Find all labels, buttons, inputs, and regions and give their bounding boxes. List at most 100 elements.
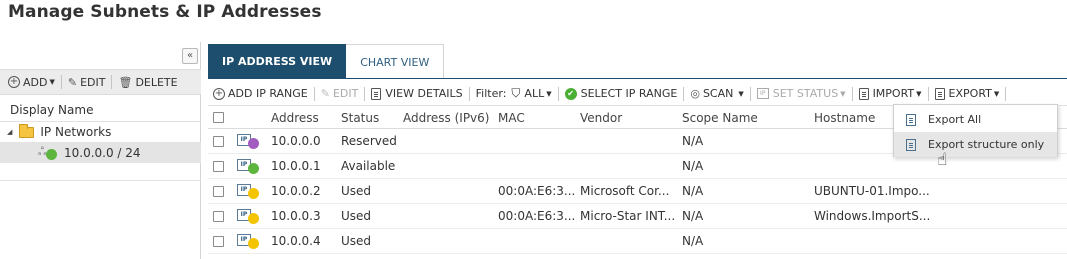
column-header-mac[interactable]: MAC (498, 107, 525, 128)
caret-down-icon: ▼ (738, 89, 744, 98)
hostname-cell: Windows.ImportS... (814, 209, 931, 223)
divider (468, 86, 470, 101)
vendor-cell: Micro-Star INT... (580, 209, 676, 223)
divider (927, 86, 929, 101)
add-label: ADD (23, 75, 48, 89)
plus-circle-icon: + (8, 76, 20, 88)
page-title: Manage Subnets & IP Addresses (8, 2, 322, 22)
row-checkbox[interactable] (213, 210, 224, 222)
pencil-icon: ✎ (320, 87, 330, 100)
status-dot-icon (248, 188, 259, 199)
export-file-icon (906, 113, 916, 126)
tab-underline (208, 78, 1067, 79)
folder-icon (19, 123, 35, 138)
scan-button[interactable]: ◎ SCAN ▼ (690, 87, 743, 100)
edit-button[interactable]: ✎ EDIT (68, 76, 106, 89)
add-ip-range-button[interactable]: + ADD IP RANGE (213, 87, 308, 100)
hand-cursor-icon: ☝ (937, 150, 948, 170)
divider (313, 86, 315, 101)
import-button[interactable]: IMPORT ▼ (858, 87, 922, 100)
edit-ip-button[interactable]: ✎ EDIT (321, 87, 359, 100)
row-checkbox[interactable] (213, 135, 224, 147)
row-select-cell (213, 204, 224, 228)
row-checkbox[interactable] (213, 235, 224, 247)
column-header-address[interactable]: Address (271, 107, 319, 128)
column-header-ipv6[interactable]: Address (IPv6) (403, 107, 489, 128)
expand-triangle-icon[interactable]: ◢ (7, 128, 12, 136)
scope-cell: N/A (682, 234, 704, 248)
ip-address-icon: IP (237, 183, 261, 199)
menu-item-label: Export All (928, 113, 982, 126)
details-icon (371, 87, 382, 100)
set-status-button[interactable]: IP SET STATUS ▼ (756, 87, 846, 100)
export-menu: Export All Export structure only (893, 104, 1058, 157)
divider (557, 86, 559, 101)
menu-item-export-all[interactable]: Export All (894, 107, 1057, 132)
add-ip-range-label: ADD IP RANGE (228, 87, 308, 100)
filter-value: ALL (524, 87, 545, 100)
row-checkbox[interactable] (213, 160, 224, 172)
ip-tag-icon: IP (756, 88, 769, 99)
hostname-cell: UBUNTU-01.Impo... (814, 184, 930, 198)
divider (851, 86, 853, 101)
tab-ip-address-view[interactable]: IP ADDRESS VIEW (208, 44, 347, 79)
import-icon (858, 87, 869, 100)
divider (364, 86, 366, 101)
select-ip-range-button[interactable]: ✔ SELECT IP RANGE (564, 87, 677, 100)
scope-cell: N/A (682, 184, 704, 198)
scan-icon: ◎ (690, 87, 700, 100)
funnel-icon: ⛉ (511, 86, 521, 100)
status-dot-icon (46, 148, 57, 160)
status-cell: Used (341, 234, 372, 248)
mac-cell: 00:0A:E6:3... (498, 209, 576, 223)
plus-circle-icon: + (213, 87, 225, 100)
column-header-status[interactable]: Status (341, 107, 379, 128)
tab-chart-view[interactable]: CHART VIEW (346, 44, 445, 79)
scope-cell: N/A (682, 134, 704, 148)
double-chevron-left-icon[interactable]: « (182, 48, 198, 64)
address-cell: 10.0.0.3 (271, 209, 321, 223)
delete-button[interactable]: 🗑 DELETE (118, 76, 177, 89)
view-details-button[interactable]: VIEW DETAILS (371, 87, 463, 100)
filter-dropdown[interactable]: ⛉ ALL ▼ (511, 86, 551, 101)
row-select-cell (213, 154, 224, 178)
ip-address-icon: IP (237, 208, 261, 224)
ip-toolbar: + ADD IP RANGE ✎ EDIT VIEW DETAILS Filte… (208, 82, 1067, 106)
column-header-vendor[interactable]: Vendor (580, 107, 622, 128)
caret-down-icon: ▼ (546, 89, 552, 98)
divider (683, 86, 685, 101)
tree-toolbar: + ADD ▼ ✎ EDIT 🗑 DELETE (0, 69, 201, 95)
tree-item-subnet[interactable]: ஃ 10.0.0.0 / 24 (0, 142, 201, 163)
subnet-tree-panel: « + ADD ▼ ✎ EDIT 🗑 DELETE Display Name ◢… (0, 42, 201, 259)
table-row[interactable]: IP 10.0.0.3 Used 00:0A:E6:3... Micro-Sta… (208, 204, 1067, 229)
column-header-scope[interactable]: Scope Name (682, 107, 758, 128)
status-cell: Used (341, 184, 372, 198)
table-row[interactable]: IP 10.0.0.2 Used 00:0A:E6:3... Microsoft… (208, 179, 1067, 204)
select-all-cell (213, 107, 224, 128)
filter-label: Filter: (475, 87, 507, 100)
import-label: IMPORT (872, 87, 915, 100)
ip-icon-cell: IP (237, 229, 261, 253)
row-select-cell (213, 229, 224, 253)
tree-item-ip-networks[interactable]: ◢ IP Networks (0, 122, 201, 142)
view-details-label: VIEW DETAILS (385, 87, 463, 100)
tree-item-label: 10.0.0.0 / 24 (64, 145, 141, 160)
address-cell: 10.0.0.2 (271, 184, 321, 198)
subnet-icon: ஃ (38, 146, 58, 160)
tree-item-label: IP Networks (40, 125, 112, 139)
column-header-hostname[interactable]: Hostname (814, 107, 875, 128)
ip-icon-cell: IP (237, 179, 261, 203)
export-button[interactable]: EXPORT ▼ (934, 87, 999, 100)
menu-item-export-structure-only[interactable]: Export structure only (894, 132, 1057, 157)
add-button[interactable]: + ADD ▼ (8, 76, 55, 89)
address-cell: 10.0.0.4 (271, 234, 321, 248)
table-row[interactable]: IP 10.0.0.4 Used N/A (208, 229, 1067, 254)
ip-address-icon: IP (237, 233, 261, 249)
divider (60, 75, 62, 89)
select-all-checkbox[interactable] (213, 112, 224, 123)
ip-icon-cell: IP (237, 154, 261, 178)
row-checkbox[interactable] (213, 185, 224, 197)
ip-icon-cell: IP (237, 204, 261, 228)
divider (111, 75, 113, 89)
edit-label: EDIT (332, 87, 359, 100)
